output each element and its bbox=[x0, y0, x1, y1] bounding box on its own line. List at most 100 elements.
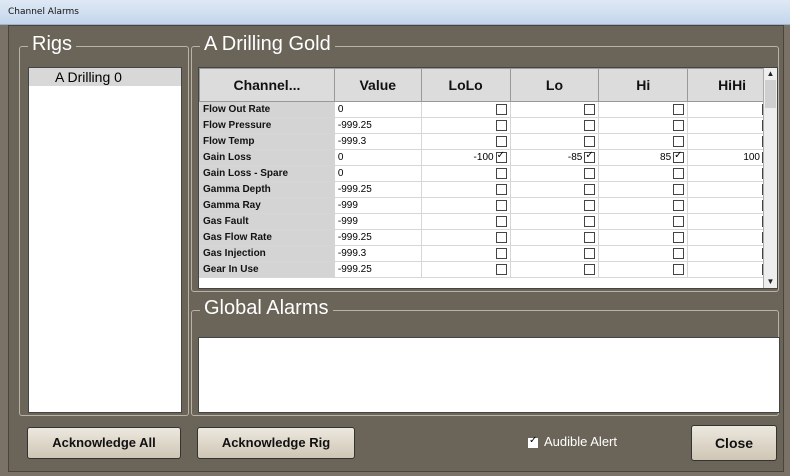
table-row[interactable]: Gear In Use -999.25 bbox=[199, 261, 777, 278]
column-header-hi[interactable]: Hi bbox=[598, 68, 689, 102]
alarm-lolo-cell[interactable] bbox=[420, 117, 511, 134]
alarm-lolo-cell[interactable] bbox=[420, 181, 511, 198]
column-header-lolo[interactable]: LoLo bbox=[420, 68, 511, 102]
alarm-lolo-cell[interactable] bbox=[420, 213, 511, 230]
channel-name-cell[interactable]: Gamma Ray bbox=[199, 197, 335, 214]
alarm-hi-cell[interactable] bbox=[598, 181, 689, 198]
alarm-lo-cell[interactable] bbox=[509, 117, 600, 134]
alarm-lolo-checkbox[interactable] bbox=[495, 167, 507, 179]
alarm-hi-checkbox[interactable] bbox=[673, 103, 685, 115]
alarm-lolo-checkbox[interactable] bbox=[495, 215, 507, 227]
alarm-lo-cell[interactable] bbox=[509, 197, 600, 214]
alarm-lo-checkbox[interactable] bbox=[584, 247, 596, 259]
audible-alert-checkbox[interactable] bbox=[528, 435, 538, 448]
alarm-lo-cell[interactable] bbox=[509, 133, 600, 150]
table-row[interactable]: Flow Pressure -999.25 bbox=[199, 117, 777, 134]
column-header-channel[interactable]: Channel... bbox=[199, 68, 335, 102]
table-row[interactable]: Flow Out Rate 0 bbox=[199, 101, 777, 118]
channel-alarm-grid[interactable]: Channel... Value LoLo Lo Hi HiHi Flow Ou… bbox=[198, 67, 778, 289]
alarm-hi-checkbox[interactable] bbox=[673, 167, 685, 179]
alarm-lolo-checkbox[interactable] bbox=[495, 150, 507, 163]
table-row[interactable]: Gas Flow Rate -999.25 bbox=[199, 229, 777, 246]
alarm-hi-cell[interactable] bbox=[598, 197, 689, 214]
alarm-hi-cell[interactable] bbox=[598, 213, 689, 230]
rigs-list[interactable]: A Drilling 0 bbox=[28, 67, 182, 413]
alarm-lo-cell[interactable] bbox=[509, 229, 600, 246]
channel-name-cell[interactable]: Gas Flow Rate bbox=[199, 229, 335, 246]
alarm-lo-checkbox[interactable] bbox=[584, 167, 596, 179]
scroll-up-icon[interactable]: ▲ bbox=[764, 68, 777, 80]
table-row[interactable]: Gas Fault -999 bbox=[199, 213, 777, 230]
alarm-hi-checkbox[interactable] bbox=[673, 150, 685, 163]
alarm-hi-cell[interactable] bbox=[598, 229, 689, 246]
alarm-lo-checkbox[interactable] bbox=[584, 215, 596, 227]
channel-name-cell[interactable]: Flow Out Rate bbox=[199, 101, 335, 118]
alarm-lolo-cell[interactable]: -100 bbox=[420, 149, 511, 166]
channel-name-cell[interactable]: Flow Temp bbox=[199, 133, 335, 150]
alarm-lo-checkbox[interactable] bbox=[584, 199, 596, 211]
table-row[interactable]: Gain Loss0 -100 -85 85 100 bbox=[199, 149, 777, 166]
table-row[interactable]: Flow Temp -999.3 bbox=[199, 133, 777, 150]
channel-name-cell[interactable]: Gain Loss bbox=[199, 149, 335, 166]
alarm-lo-cell[interactable] bbox=[509, 101, 600, 118]
table-row[interactable]: Gamma Ray -999 bbox=[199, 197, 777, 214]
table-row[interactable]: Gas Injection -999.3 bbox=[199, 245, 777, 262]
alarm-lolo-cell[interactable] bbox=[420, 133, 511, 150]
alarm-hi-checkbox[interactable] bbox=[673, 247, 685, 259]
alarm-lo-checkbox[interactable] bbox=[584, 263, 596, 275]
alarm-lolo-checkbox[interactable] bbox=[495, 183, 507, 195]
audible-alert-toggle[interactable]: Audible Alert bbox=[528, 434, 617, 449]
alarm-lo-checkbox[interactable] bbox=[584, 183, 596, 195]
alarm-hi-cell[interactable] bbox=[598, 165, 689, 182]
alarm-lolo-checkbox[interactable] bbox=[495, 119, 507, 131]
channel-name-cell[interactable]: Flow Pressure bbox=[199, 117, 335, 134]
column-header-lo[interactable]: Lo bbox=[509, 68, 600, 102]
rig-item-a-drilling-0[interactable]: A Drilling 0 bbox=[29, 68, 181, 86]
alarm-lo-cell[interactable] bbox=[509, 261, 600, 278]
alarm-hi-checkbox[interactable] bbox=[673, 119, 685, 131]
alarm-lo-checkbox[interactable] bbox=[584, 103, 596, 115]
alarm-lo-cell[interactable] bbox=[509, 245, 600, 262]
alarm-hi-checkbox[interactable] bbox=[673, 231, 685, 243]
alarm-lolo-cell[interactable] bbox=[420, 245, 511, 262]
alarm-hi-cell[interactable] bbox=[598, 133, 689, 150]
alarm-lo-cell[interactable] bbox=[509, 181, 600, 198]
alarm-lolo-cell[interactable] bbox=[420, 165, 511, 182]
alarm-hi-cell[interactable] bbox=[598, 261, 689, 278]
alarm-lo-checkbox[interactable] bbox=[584, 135, 596, 147]
alarm-lo-cell[interactable] bbox=[509, 213, 600, 230]
alarm-lolo-checkbox[interactable] bbox=[495, 247, 507, 259]
alarm-lo-checkbox[interactable] bbox=[584, 119, 596, 131]
channel-name-cell[interactable]: Gain Loss - Spare bbox=[199, 165, 335, 182]
alarm-lo-checkbox[interactable] bbox=[584, 231, 596, 243]
alarm-lolo-cell[interactable] bbox=[420, 101, 511, 118]
alarm-hi-cell[interactable] bbox=[598, 245, 689, 262]
alarm-hi-checkbox[interactable] bbox=[673, 263, 685, 275]
channel-name-cell[interactable]: Gamma Depth bbox=[199, 181, 335, 198]
close-button[interactable]: Close bbox=[691, 425, 777, 461]
alarm-lolo-cell[interactable] bbox=[420, 261, 511, 278]
acknowledge-rig-button[interactable]: Acknowledge Rig bbox=[197, 427, 355, 459]
table-row[interactable]: Gamma Depth -999.25 bbox=[199, 181, 777, 198]
alarm-hi-checkbox[interactable] bbox=[673, 199, 685, 211]
alarm-hi-cell[interactable] bbox=[598, 117, 689, 134]
alarm-hi-cell[interactable]: 85 bbox=[598, 149, 689, 166]
alarm-hi-checkbox[interactable] bbox=[673, 135, 685, 147]
channel-name-cell[interactable]: Gear In Use bbox=[199, 261, 335, 278]
alarm-hi-checkbox[interactable] bbox=[673, 183, 685, 195]
grid-scrollbar[interactable]: ▲ ▼ bbox=[763, 68, 777, 288]
global-alarms-list[interactable] bbox=[198, 337, 780, 413]
alarm-lo-checkbox[interactable] bbox=[584, 150, 596, 163]
channel-name-cell[interactable]: Gas Fault bbox=[199, 213, 335, 230]
alarm-lolo-checkbox[interactable] bbox=[495, 199, 507, 211]
alarm-hi-cell[interactable] bbox=[598, 101, 689, 118]
channel-name-cell[interactable]: Gas Injection bbox=[199, 245, 335, 262]
alarm-lolo-checkbox[interactable] bbox=[495, 135, 507, 147]
alarm-lolo-cell[interactable] bbox=[420, 229, 511, 246]
table-row[interactable]: Gain Loss - Spare 0 bbox=[199, 165, 777, 182]
alarm-lolo-cell[interactable] bbox=[420, 197, 511, 214]
alarm-lo-cell[interactable] bbox=[509, 165, 600, 182]
alarm-lolo-checkbox[interactable] bbox=[495, 263, 507, 275]
acknowledge-all-button[interactable]: Acknowledge All bbox=[27, 427, 181, 459]
alarm-lolo-checkbox[interactable] bbox=[495, 231, 507, 243]
